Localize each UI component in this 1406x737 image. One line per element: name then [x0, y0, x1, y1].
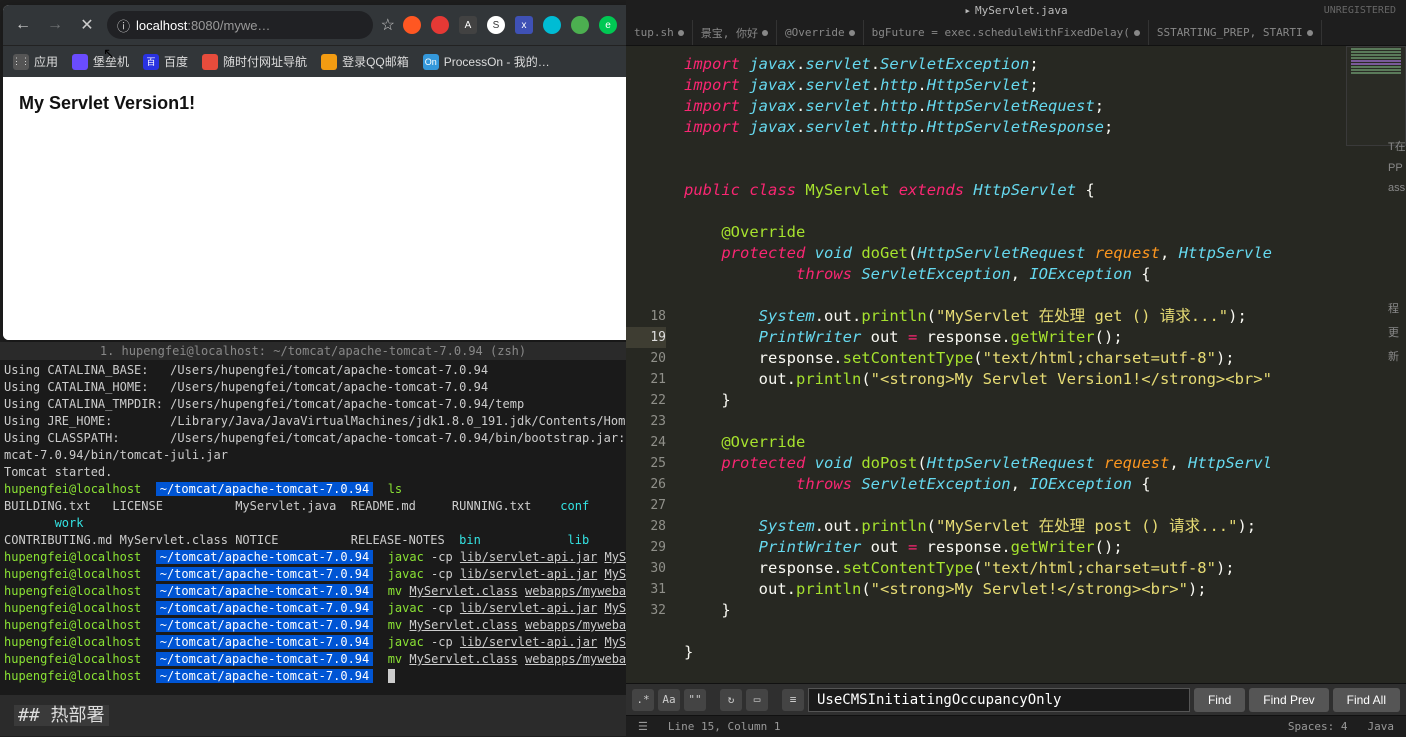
search-input[interactable]	[808, 688, 1190, 712]
apps-button[interactable]: ⋮⋮应用	[13, 53, 58, 70]
code-area[interactable]: import javax.servlet.ServletException; i…	[674, 46, 1406, 683]
terminal-window[interactable]: 1. hupengfei@localhost: ~/tomcat/apache-…	[0, 342, 626, 697]
find-button[interactable]: Find	[1194, 688, 1245, 712]
regex-toggle[interactable]: .*	[632, 689, 654, 711]
unregistered-label: UNREGISTERED	[1324, 5, 1396, 16]
forward-button[interactable]: →	[43, 13, 67, 37]
editor-tab[interactable]: SSTARTING_PREP, STARTI	[1149, 20, 1322, 45]
bookmark-item[interactable]: OnProcessOn - 我的…	[423, 53, 550, 70]
editor-tab[interactable]: bgFuture = exec.scheduleWithFixedDelay(	[864, 20, 1149, 45]
ext-icon[interactable]: S	[487, 16, 505, 34]
wrap-toggle[interactable]: ↻	[720, 689, 742, 711]
url-path: /mywe…	[220, 18, 271, 33]
terminal-title: 1. hupengfei@localhost: ~/tomcat/apache-…	[0, 342, 626, 360]
extension-icons: A S x e 飞	[403, 16, 645, 34]
editor-tab[interactable]: 景宝, 你好	[693, 20, 777, 45]
find-prev-button[interactable]: Find Prev	[1249, 688, 1328, 712]
bookmark-item[interactable]: 随时付网址导航	[202, 53, 307, 70]
ext-icon[interactable]	[571, 16, 589, 34]
whole-word-toggle[interactable]: ""	[684, 689, 706, 711]
url-port: :8080	[187, 18, 220, 33]
search-bar: .* Aa "" ↻ ▭ ≡ Find Find Prev Find All	[626, 683, 1406, 715]
bookmark-item[interactable]: 堡垒机	[72, 53, 129, 70]
info-icon: ⓘ	[117, 16, 130, 35]
bookmark-bar: ⋮⋮应用 堡垒机 百百度 随时付网址导航 登录QQ邮箱 OnProcessOn …	[3, 45, 685, 77]
terminal-body[interactable]: Using CATALINA_BASE: /Users/hupengfei/to…	[0, 360, 626, 687]
right-edge-strip: T在 PP ass 程 更 新	[1388, 130, 1406, 430]
ext-icon[interactable]	[431, 16, 449, 34]
ext-icon[interactable]: A	[459, 16, 477, 34]
ext-icon[interactable]	[543, 16, 561, 34]
cursor-position[interactable]: Line 15, Column 1	[668, 720, 781, 733]
menu-icon[interactable]: ☰	[638, 720, 648, 733]
in-selection-toggle[interactable]: ▭	[746, 689, 768, 711]
highlight-toggle[interactable]: ≡	[782, 689, 804, 711]
browser-toolbar: ← → ✕ ⓘ localhost:8080/mywe… ☆ A S x e 飞…	[3, 5, 685, 45]
indent-setting[interactable]: Spaces: 4	[1288, 720, 1348, 733]
find-all-button[interactable]: Find All	[1333, 688, 1400, 712]
star-icon[interactable]: ☆	[381, 15, 395, 35]
file-icon: ▸	[964, 4, 971, 17]
ext-icon[interactable]	[403, 16, 421, 34]
browser-window: ← → ✕ ⓘ localhost:8080/mywe… ☆ A S x e 飞…	[3, 5, 685, 340]
stop-button[interactable]: ✕	[75, 13, 99, 37]
back-button[interactable]: ←	[11, 13, 35, 37]
page-content: My Servlet Version1!	[3, 77, 685, 340]
code-editor: ▸ MyServlet.java UNREGISTERED tup.sh 景宝,…	[626, 0, 1406, 737]
bookmark-item[interactable]: 登录QQ邮箱	[321, 53, 409, 70]
editor-body[interactable]: 181920212223242526272829303132 import ja…	[626, 46, 1406, 683]
url-bar[interactable]: ⓘ localhost:8080/mywe…	[107, 11, 373, 39]
markdown-heading: ## 热部署	[14, 705, 109, 726]
language-mode[interactable]: Java	[1368, 720, 1395, 733]
page-heading: My Servlet Version1!	[19, 93, 669, 114]
editor-tab[interactable]: @Override	[777, 20, 864, 45]
editor-tab[interactable]: tup.sh	[626, 20, 693, 45]
ext-icon[interactable]: e	[599, 16, 617, 34]
case-toggle[interactable]: Aa	[658, 689, 680, 711]
ext-icon[interactable]: x	[515, 16, 533, 34]
status-bar: ☰ Line 15, Column 1 Spaces: 4 Java	[626, 715, 1406, 737]
editor-title: MyServlet.java	[975, 4, 1068, 17]
bookmark-item[interactable]: 百百度	[143, 53, 188, 70]
url-host: localhost	[136, 18, 187, 33]
editor-titlebar: ▸ MyServlet.java UNREGISTERED	[626, 0, 1406, 20]
markdown-area[interactable]: ## 热部署	[0, 695, 626, 736]
editor-tabs: tup.sh 景宝, 你好 @Override bgFuture = exec.…	[626, 20, 1406, 46]
line-gutter: 181920212223242526272829303132	[626, 46, 674, 683]
